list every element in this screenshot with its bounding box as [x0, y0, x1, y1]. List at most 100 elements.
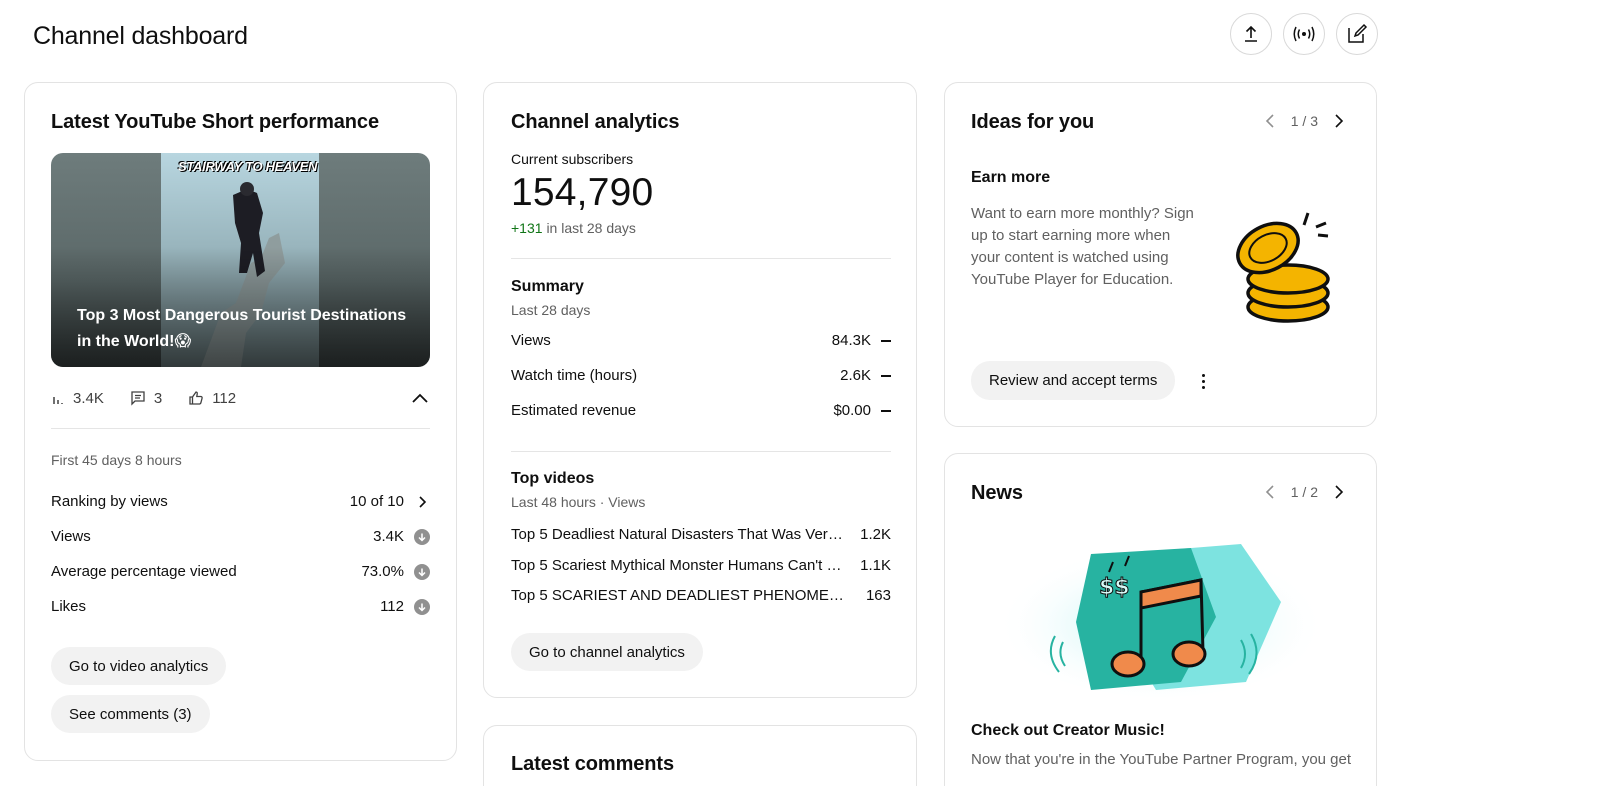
- idea-heading: Earn more: [971, 169, 1051, 186]
- comments-count: 3: [153, 389, 163, 407]
- metric-value: 73.0%: [361, 563, 404, 580]
- metric-label: Ranking by views: [51, 493, 168, 510]
- subscribers-delta-suffix: in last 28 days: [546, 220, 636, 236]
- pager-label: 1 / 2: [1290, 484, 1318, 500]
- views-count: 3.4K: [73, 389, 104, 407]
- metric-value: 10 of 10: [349, 493, 404, 510]
- chevron-right-icon: [419, 495, 427, 508]
- divider: [511, 258, 891, 259]
- arrow-down-icon: [414, 598, 430, 615]
- no-change-dash: [881, 410, 891, 412]
- metric-avg-viewed: Average percentage viewed 73.0%: [51, 563, 430, 580]
- likes-count: 112: [212, 389, 237, 407]
- latest-short-card: Latest YouTube Short performance STAIRWA…: [24, 82, 457, 761]
- creator-music-illustration: $$: [996, 537, 1326, 697]
- header-actions: [1230, 13, 1378, 55]
- top-video-title: Top 5 SCARIEST AND DEADLIEST PHENOMENON!…: [511, 587, 849, 604]
- summary-title: Summary: [511, 278, 584, 295]
- create-post-button[interactable]: [1336, 13, 1378, 55]
- idea-description: Want to earn more monthly? Sign up to st…: [971, 205, 1194, 288]
- review-terms-button[interactable]: Review and accept terms: [971, 361, 1176, 400]
- edit-icon: [1348, 23, 1368, 43]
- go-to-video-analytics-button[interactable]: Go to video analytics: [51, 647, 227, 685]
- arrow-down-icon: [414, 563, 430, 580]
- news-pager: 1 / 2: [1263, 484, 1346, 500]
- video-title[interactable]: Top 3 Most Dangerous Tourist Destination…: [77, 303, 417, 355]
- live-icon: [1293, 26, 1315, 42]
- page-title: Channel dashboard: [33, 22, 248, 50]
- top-video-title: Top 5 Scariest Mythical Monster Humans C…: [511, 557, 849, 574]
- metric-label: Views: [51, 528, 91, 545]
- latest-comments-card: Latest comments: [483, 725, 917, 786]
- metric-value: 112: [380, 598, 404, 615]
- collapse-button[interactable]: [410, 388, 430, 408]
- chevron-up-icon: [412, 393, 428, 403]
- ideas-pager: 1 / 3: [1263, 113, 1346, 129]
- views-stat: 3.4K: [51, 390, 104, 407]
- card-title: Latest comments: [511, 753, 674, 775]
- chevron-left-icon[interactable]: [1263, 113, 1277, 129]
- news-heading: Check out Creator Music!: [971, 722, 1165, 739]
- no-change-dash: [881, 340, 891, 342]
- metric-label: Average percentage viewed: [51, 563, 237, 580]
- chevron-right-icon[interactable]: [1332, 484, 1346, 500]
- chevron-left-icon[interactable]: [1263, 484, 1277, 500]
- thumbnail-caption: STAIRWAY TO HEAVEN: [178, 159, 318, 174]
- divider: [511, 451, 891, 452]
- top-video-row[interactable]: Top 5 SCARIEST AND DEADLIEST PHENOMENON!…: [511, 587, 891, 604]
- go-to-channel-analytics-button[interactable]: Go to channel analytics: [511, 633, 703, 671]
- summary-label: Watch time (hours): [511, 367, 638, 384]
- top-video-views: 163: [865, 587, 891, 604]
- card-title: Channel analytics: [511, 111, 680, 133]
- metric-ranking[interactable]: Ranking by views 10 of 10: [51, 493, 430, 510]
- video-thumbnail[interactable]: STAIRWAY TO HEAVEN Top 3 Most Dangerous …: [51, 153, 430, 367]
- pager-label: 1 / 3: [1290, 113, 1318, 129]
- subscribers-change: +131 in last 28 days: [511, 220, 636, 236]
- summary-label: Views: [511, 332, 551, 349]
- bar-chart-icon: [53, 397, 63, 404]
- top-videos-title: Top videos: [511, 470, 595, 487]
- card-title: News: [971, 482, 1023, 504]
- summary-row-views[interactable]: Views 84.3K: [511, 332, 891, 349]
- metric-label: Likes: [51, 598, 87, 615]
- news-card: News 1 / 2 $$ Check out Creator Music! N…: [944, 453, 1377, 786]
- coins-illustration: [1236, 212, 1330, 323]
- summary-row-watch-time[interactable]: Watch time (hours) 2.6K: [511, 367, 891, 384]
- divider: [51, 428, 430, 429]
- top-video-views: 1.1K: [860, 557, 891, 574]
- upload-button[interactable]: [1230, 13, 1272, 55]
- comment-icon: [131, 391, 145, 406]
- no-change-dash: [881, 375, 891, 377]
- more-options-icon[interactable]: [1193, 371, 1213, 391]
- comments-stat: 3: [130, 390, 162, 407]
- top-video-views: 1.2K: [860, 526, 891, 543]
- channel-analytics-card: Channel analytics Current subscribers 15…: [483, 82, 917, 698]
- go-live-button[interactable]: [1283, 13, 1325, 55]
- arrow-down-icon: [414, 528, 430, 545]
- ideas-card: Ideas for you 1 / 3 Earn more Want to ea…: [944, 82, 1377, 427]
- summary-value: $0.00: [833, 402, 871, 419]
- subscribers-count: 154,790: [511, 171, 654, 214]
- card-title: Latest YouTube Short performance: [51, 111, 379, 133]
- svg-text:$$: $$: [1099, 575, 1130, 600]
- summary-value: 84.3K: [831, 332, 871, 349]
- see-comments-button[interactable]: See comments (3): [51, 695, 210, 733]
- top-videos-period: Last 48 hours · Views: [511, 494, 646, 510]
- summary-label: Estimated revenue: [511, 402, 637, 419]
- news-text: Now that you're in the YouTube Partner P…: [971, 751, 1352, 768]
- card-title: Ideas for you: [971, 111, 1095, 133]
- upload-icon: [1245, 25, 1257, 42]
- metric-likes: Likes 112: [51, 598, 430, 615]
- top-video-title: Top 5 Deadliest Natural Disasters That W…: [511, 526, 849, 543]
- summary-row-revenue[interactable]: Estimated revenue $0.00: [511, 402, 891, 419]
- likes-stat: 112: [188, 390, 236, 407]
- video-stats: 3.4K 3 112: [51, 386, 430, 410]
- subscribers-delta: +131: [511, 220, 543, 236]
- subscribers-label: Current subscribers: [511, 151, 634, 167]
- chevron-right-icon[interactable]: [1332, 113, 1346, 129]
- top-video-row[interactable]: Top 5 Deadliest Natural Disasters That W…: [511, 526, 891, 543]
- top-video-row[interactable]: Top 5 Scariest Mythical Monster Humans C…: [511, 557, 891, 574]
- metric-views: Views 3.4K: [51, 528, 430, 545]
- thumbs-up-icon: [189, 391, 203, 405]
- period-label: First 45 days 8 hours: [51, 452, 182, 468]
